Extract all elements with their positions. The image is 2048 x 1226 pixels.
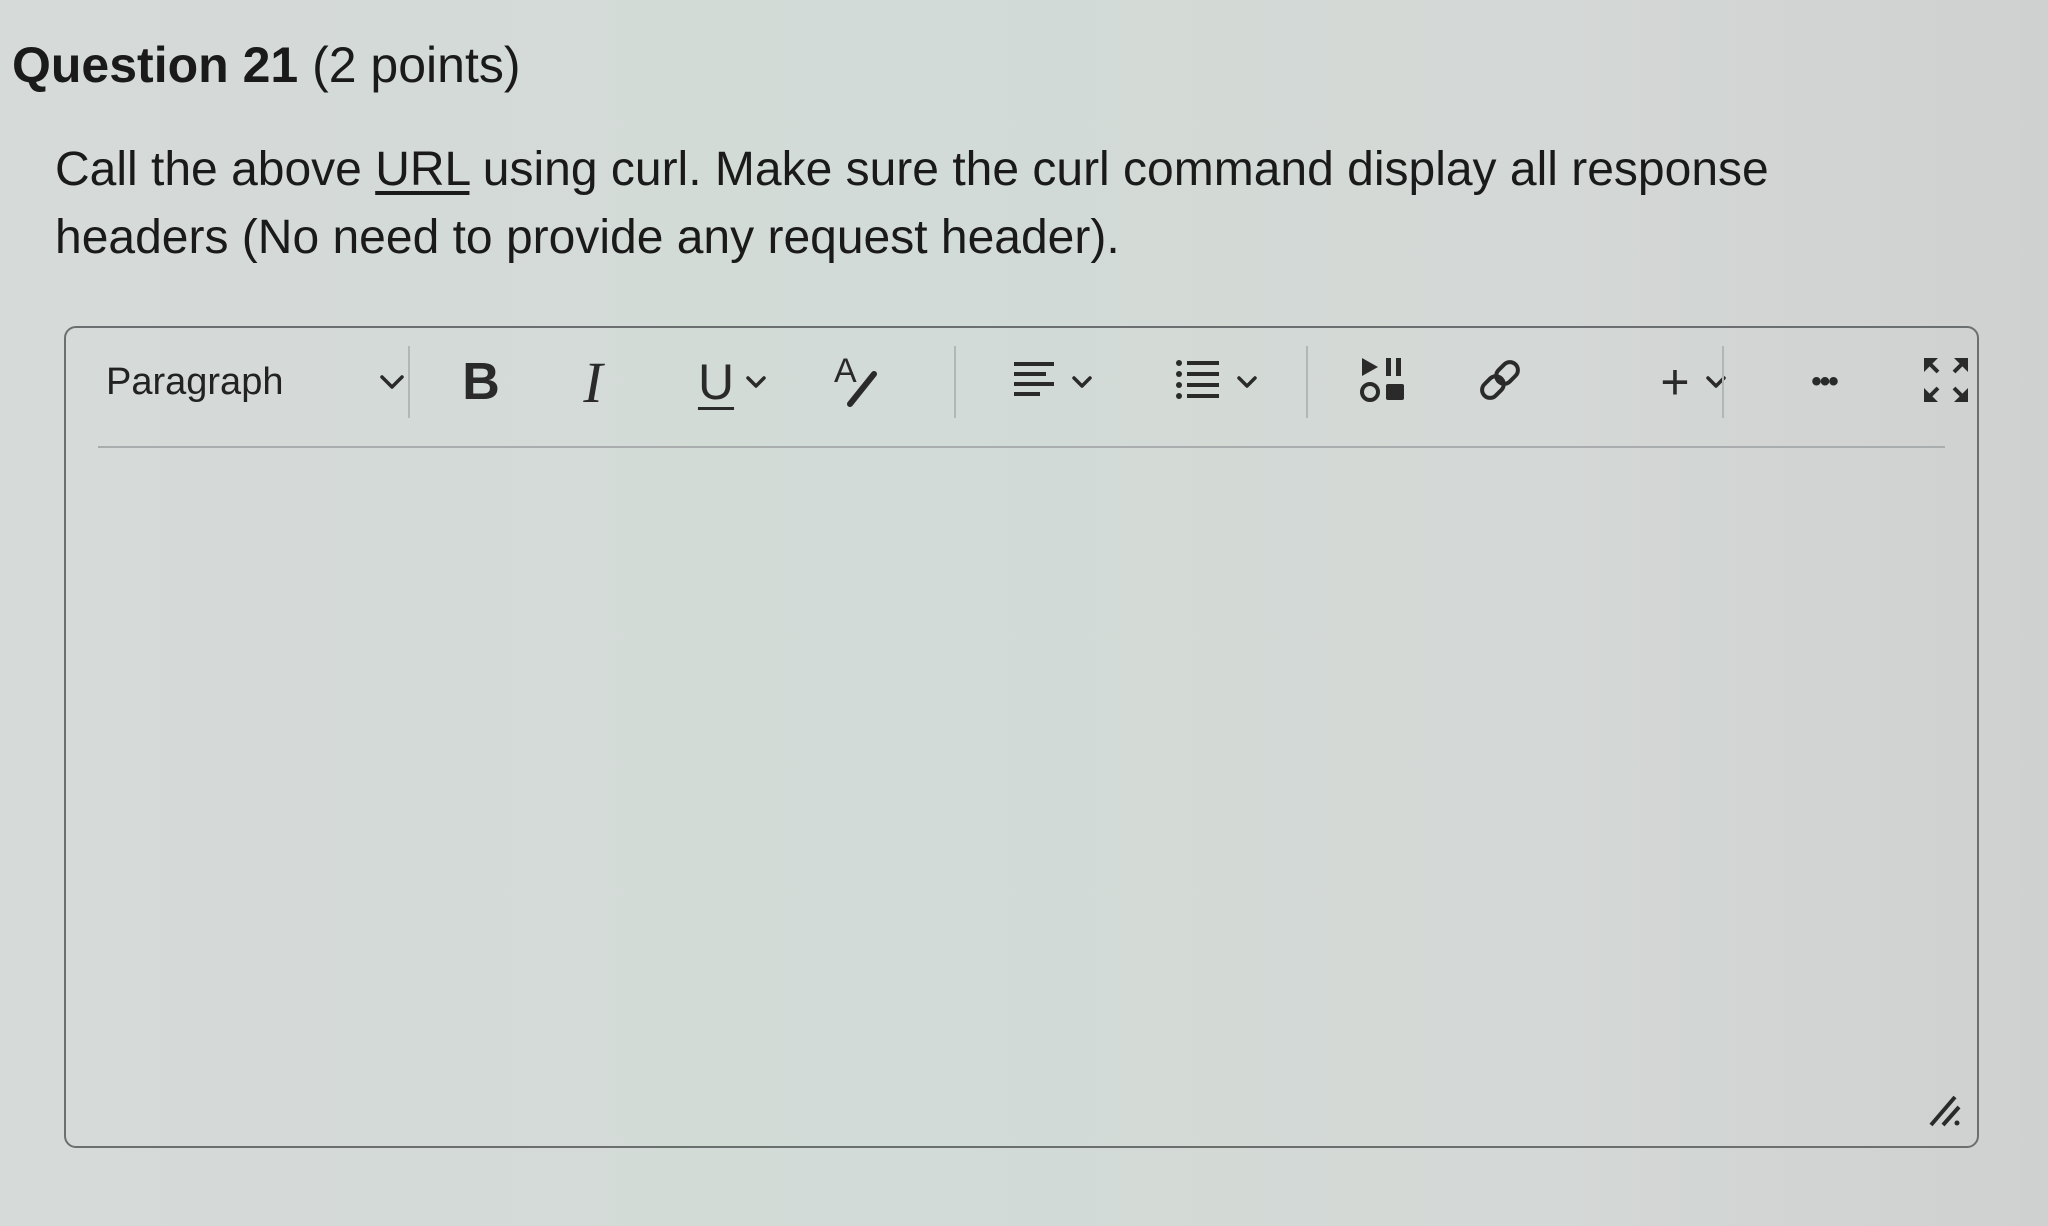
more-button[interactable]: •••: [1784, 350, 1864, 414]
align-dropdown[interactable]: [992, 350, 1112, 414]
question-title: Question 21 (2 points): [12, 30, 521, 100]
bold-icon: B: [462, 353, 500, 411]
underline-icon: U: [697, 354, 735, 410]
chevron-down-icon: [1070, 373, 1094, 391]
underline-button[interactable]: U: [678, 350, 788, 414]
more-icon: •••: [1811, 365, 1838, 398]
align-icon: [1010, 356, 1058, 409]
rich-text-editor: Paragraph B I U A + •••: [64, 326, 1979, 1148]
list-icon: [1173, 355, 1223, 410]
media-button[interactable]: [1344, 350, 1424, 414]
toolbar-separator: [954, 346, 956, 418]
fullscreen-icon: [1920, 354, 1972, 411]
italic-button[interactable]: I: [558, 349, 628, 415]
chevron-down-icon: [744, 373, 768, 391]
toolbar-separator: [1722, 346, 1724, 418]
insert-dropdown[interactable]: +: [1644, 350, 1744, 414]
question-prompt: Call the above URL using curl. Make sure…: [55, 136, 1955, 272]
fullscreen-button[interactable]: [1906, 350, 1986, 414]
editor-text-area[interactable]: [66, 448, 1977, 1146]
question-points: (2 points): [298, 37, 521, 93]
insert-icon: +: [1660, 354, 1690, 410]
chevron-down-icon: [378, 372, 406, 392]
toolbar-separator: [1306, 346, 1308, 418]
bold-button[interactable]: B: [446, 350, 516, 414]
editor-toolbar: Paragraph B I U A + •••: [66, 328, 1977, 446]
url-link[interactable]: URL: [375, 143, 469, 196]
toolbar-separator: [408, 346, 410, 418]
question-number: Question 21: [12, 37, 299, 93]
resize-handle-icon[interactable]: [1923, 1089, 1963, 1134]
list-dropdown[interactable]: [1156, 350, 1276, 414]
block-format-dropdown[interactable]: Paragraph: [106, 350, 406, 414]
text-color-icon: A: [828, 352, 888, 412]
chevron-down-icon: [1235, 373, 1259, 391]
link-button[interactable]: [1460, 350, 1540, 414]
block-format-label: Paragraph: [106, 360, 284, 403]
italic-icon: I: [583, 349, 603, 415]
prompt-text-start: Call the above: [55, 143, 376, 196]
text-color-button[interactable]: A: [818, 350, 898, 414]
media-icon: [1356, 352, 1412, 413]
link-icon: [1472, 352, 1528, 413]
